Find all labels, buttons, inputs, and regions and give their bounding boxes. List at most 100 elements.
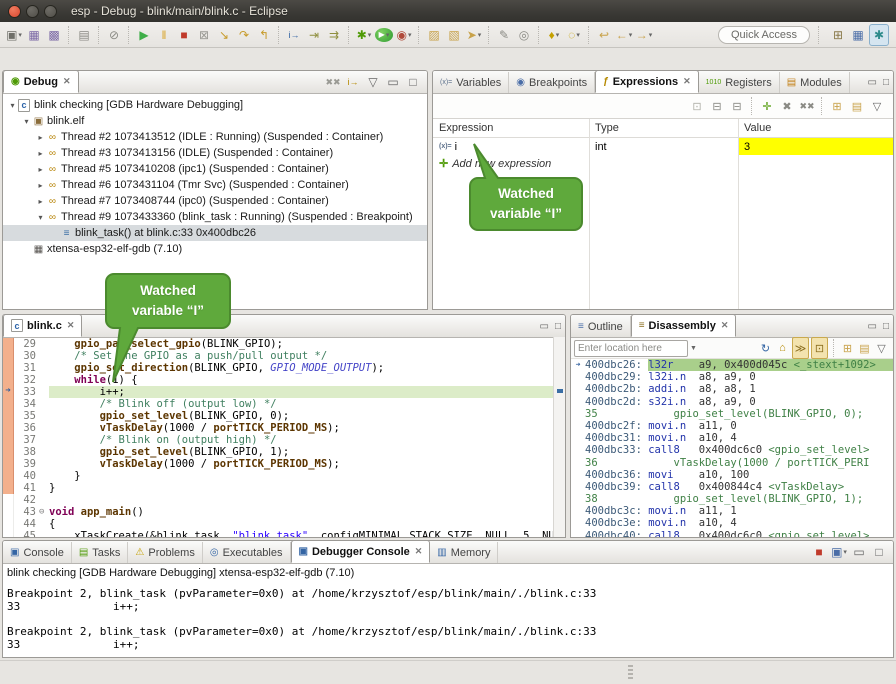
line-number[interactable]: 37 [14, 434, 39, 446]
code-line-34[interactable]: 34 /* Blink off (output low) */ [3, 398, 565, 410]
debug-tree-item[interactable]: ▾▣blink.elf [3, 113, 427, 129]
tab-outline[interactable]: ≡Outline [571, 316, 631, 337]
annotation-gutter[interactable] [3, 410, 14, 422]
code-editor[interactable]: 29 gpio_pad_select_gpio(BLINK_GPIO);30 /… [3, 338, 565, 538]
pin-view-button[interactable]: ▤ [857, 338, 872, 358]
annotation-gutter[interactable] [3, 506, 14, 518]
step-return-button[interactable]: ↰ [255, 25, 273, 45]
view-menu-button[interactable]: ▽ [364, 72, 382, 92]
location-dropdown-icon[interactable]: ▼ [690, 345, 697, 352]
annotation-gutter[interactable] [3, 374, 14, 386]
line-number[interactable]: 34 [14, 398, 39, 410]
tab-console[interactable]: ▣Console [3, 542, 72, 563]
step-over-button[interactable]: ↷ [235, 25, 253, 45]
column-type[interactable]: Type [589, 122, 738, 134]
new-view-button[interactable]: ⊞ [828, 96, 846, 116]
code-line-45[interactable]: 45 xTaskCreate(&blink_task, "blink_task"… [3, 530, 565, 538]
disassembly-source-line[interactable]: 36 vTaskDelay(1000 / portTICK_PERI [571, 457, 893, 469]
annotation-gutter[interactable] [3, 422, 14, 434]
line-number[interactable]: 32 [14, 374, 39, 386]
new-view-button[interactable]: ⊞ [840, 338, 855, 358]
code-line-42[interactable]: 42 [3, 494, 565, 506]
line-number[interactable]: 38 [14, 446, 39, 458]
debug-tree-item[interactable]: ▸∞Thread #7 1073408744 (ipc0) (Suspended… [3, 193, 427, 209]
debug-tree-item[interactable]: ▸∞Thread #6 1073431104 (Tmr Svc) (Suspen… [3, 177, 427, 193]
minimize-icon[interactable]: ▭ [868, 77, 877, 88]
instruction-stepping-button[interactable]: i→ [285, 25, 303, 45]
line-number[interactable]: 36 [14, 422, 39, 434]
paintbrush-button[interactable]: ✎ [495, 25, 513, 45]
tab-problems[interactable]: ⚠Problems [128, 542, 202, 563]
line-number[interactable]: 30 [14, 350, 39, 362]
display-selected-console-button[interactable]: ▣▾ [830, 542, 848, 562]
launch-button[interactable]: ➤▾ [465, 25, 483, 45]
annotation-gutter[interactable] [3, 458, 14, 470]
line-number[interactable]: 35 [14, 410, 39, 422]
close-icon[interactable]: ✕ [683, 76, 691, 87]
last-edit-location-button[interactable]: ↩ [595, 25, 613, 45]
code-line-31[interactable]: 31 gpio_set_direction(BLINK_GPIO, GPIO_M… [3, 362, 565, 374]
disassembly-line[interactable]: 400dbc2b: addi.n a8, a8, 1 [571, 383, 893, 395]
expander-expanded-icon[interactable]: ▾ [7, 101, 18, 110]
tab-executables[interactable]: ◎Executables [203, 542, 291, 563]
maximize-icon[interactable]: □ [883, 321, 889, 332]
show-execution-button[interactable]: ⇥ [305, 25, 323, 45]
tab-tasks[interactable]: ▤Tasks [72, 542, 129, 563]
minimize-icon[interactable]: ▭ [868, 321, 877, 332]
collapse-all-button[interactable]: ⊟ [728, 96, 746, 116]
pin-button[interactable]: ♦▾ [545, 25, 563, 45]
debug-tree-item[interactable]: ▸∞Thread #2 1073413512 (IDLE : Running) … [3, 129, 427, 145]
debug-tree-item[interactable]: ▸∞Thread #3 1073413156 (IDLE) (Suspended… [3, 145, 427, 161]
new-wizard-button[interactable]: ▣▾ [5, 25, 23, 45]
line-number[interactable]: 39 [14, 458, 39, 470]
annotation-gutter[interactable] [3, 482, 14, 494]
line-number[interactable]: 29 [14, 338, 39, 350]
line-number[interactable]: 31 [14, 362, 39, 374]
disassembly-line[interactable]: 400dbc2d: s32i.n a8, a9, 0 [571, 396, 893, 408]
annotation-gutter[interactable] [3, 446, 14, 458]
open-perspective-button[interactable]: ⊞ [829, 25, 847, 45]
disassembly-line[interactable]: 400dbc33: call8 0x400dc6c0 <gpio_set_lev… [571, 444, 893, 456]
maximize-icon[interactable]: □ [883, 77, 889, 88]
breakpoint-current-line-icon[interactable]: ➜ [3, 386, 14, 398]
column-expression[interactable]: Expression [433, 122, 589, 134]
line-number[interactable]: 33 [14, 386, 39, 398]
disassembly-listing[interactable]: ➜400dbc26: l32r a9, 0x400d045c <_stext+1… [571, 359, 893, 538]
disassembly-line[interactable]: 400dbc3c: movi.n a11, 1 [571, 505, 893, 517]
debug-tree-item[interactable]: ▦xtensa-esp32-elf-gdb (7.10) [3, 241, 427, 257]
back-button[interactable]: ←▾ [615, 25, 633, 45]
close-icon[interactable]: ✕ [415, 546, 423, 557]
tab-disassembly[interactable]: ≡Disassembly✕ [631, 315, 737, 337]
save-button[interactable]: ▦ [25, 25, 43, 45]
terminate-console-button[interactable]: ■ [810, 542, 828, 562]
suspend-button[interactable]: ‖ [155, 25, 173, 45]
tab-expressions[interactable]: ƒExpressions✕ [595, 71, 699, 93]
expander-collapsed-icon[interactable]: ▸ [35, 165, 46, 174]
disassembly-source-line[interactable]: 38 gpio_set_level(BLINK_GPIO, 1); [571, 493, 893, 505]
minimize-button[interactable]: ▭ [850, 542, 868, 562]
annotation-button[interactable]: ◌▾ [565, 25, 583, 45]
debug-tree-item[interactable]: ▾∞Thread #9 1073433360 (blink_task : Run… [3, 209, 427, 225]
open-resource-button[interactable]: ▧ [445, 25, 463, 45]
annotation-gutter[interactable] [3, 518, 14, 530]
code-line-37[interactable]: 37 /* Blink on (output high) */ [3, 434, 565, 446]
annotation-gutter[interactable] [3, 434, 14, 446]
code-line-41[interactable]: 41} [3, 482, 565, 494]
annotation-gutter[interactable] [3, 530, 14, 538]
view-menu-button[interactable]: ▽ [874, 338, 889, 358]
expander-collapsed-icon[interactable]: ▸ [35, 197, 46, 206]
annotation-gutter[interactable] [3, 398, 14, 410]
code-line-43[interactable]: 43⊖void app_main() [3, 506, 565, 518]
code-line-36[interactable]: 36 vTaskDelay(1000 / portTICK_PERIOD_MS)… [3, 422, 565, 434]
annotation-gutter[interactable] [3, 494, 14, 506]
expander-expanded-icon[interactable]: ▾ [35, 213, 46, 222]
disconnect-button[interactable]: ⊠ [195, 25, 213, 45]
code-line-32[interactable]: 32 while(1) { [3, 374, 565, 386]
window-close-button[interactable] [8, 5, 21, 18]
debug-tree-item[interactable]: ▸∞Thread #5 1073410208 (ipc1) (Suspended… [3, 161, 427, 177]
disassembly-line[interactable]: 400dbc2f: movi.n a11, 0 [571, 420, 893, 432]
disassembly-line[interactable]: 400dbc3e: movi.n a10, 4 [571, 517, 893, 529]
remove-all-expressions-button[interactable]: ✖✖ [798, 96, 816, 116]
window-maximize-button[interactable] [44, 5, 57, 18]
home-button[interactable]: ⌂ [775, 338, 790, 358]
